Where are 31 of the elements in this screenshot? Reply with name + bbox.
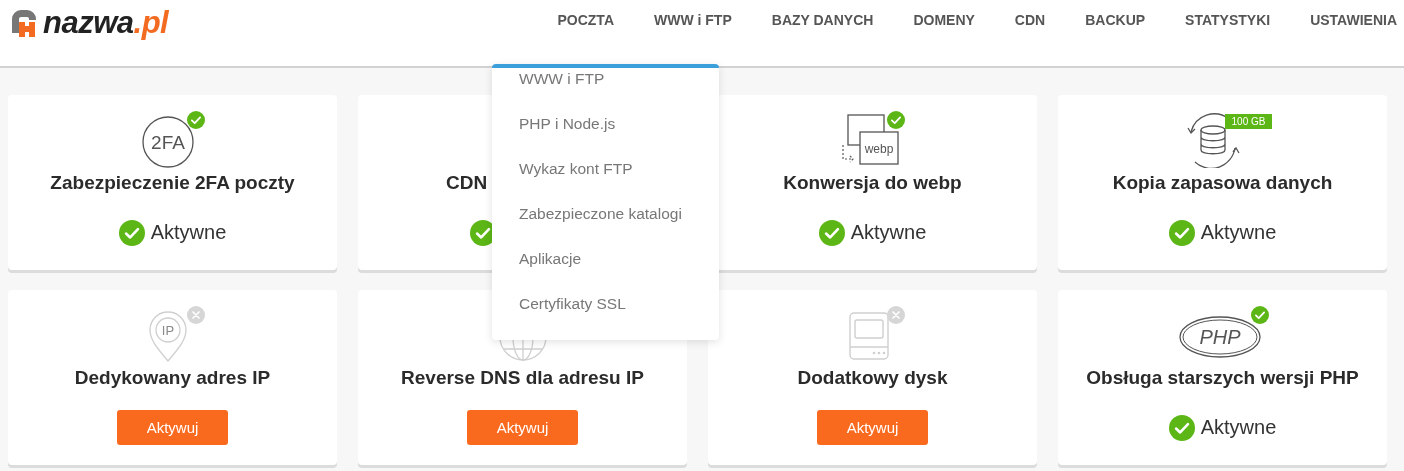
logo-text[interactable]: nazwa.pl [43, 5, 169, 41]
menu-item[interactable]: Zabezpieczone katalogi [492, 205, 719, 250]
menu-item[interactable]: Certyfikaty SSL [492, 295, 719, 340]
nav-link[interactable]: DOMENY [913, 12, 975, 28]
nav-link[interactable]: BACKUP [1085, 12, 1146, 28]
nav-link[interactable]: POCZTA [557, 12, 614, 28]
card-title: Zabezpieczenie 2FA poczty [50, 172, 295, 194]
menu-item[interactable]: Aplikacje [492, 250, 719, 295]
check-icon [818, 219, 845, 246]
check-icon [1168, 219, 1195, 246]
menu-item[interactable]: WWW i FTP [492, 70, 719, 115]
card-title: Kopia zapasowa danych [1112, 172, 1333, 194]
nav-link[interactable]: USTAWIENIA [1310, 12, 1397, 28]
status-label: Aktywne [850, 221, 927, 244]
check-icon [1168, 414, 1195, 441]
nav-link[interactable]: WWW i FTP [654, 12, 732, 28]
status-label: Aktywne [1200, 221, 1277, 244]
menu-item[interactable]: Wykaz kont FTP [492, 160, 719, 205]
status-label: Aktywne [1200, 416, 1277, 439]
card-title: Obsługa starszych wersji PHP [1086, 367, 1359, 389]
check-icon [118, 219, 145, 246]
status-label: Aktywne [150, 221, 227, 244]
card-title: Dodatkowy dysk [797, 367, 948, 389]
card-title: Dedykowany adres IP [74, 367, 271, 389]
nav-link[interactable]: STATYSTYKI [1185, 12, 1271, 28]
card-title: CDN [446, 172, 488, 194]
card-title: Reverse DNS dla adresu IP [401, 367, 644, 389]
nav-link[interactable]: BAZY DANYCH [771, 12, 874, 28]
card-title: Konwersja do webp [783, 172, 962, 194]
nav-link[interactable]: CDN [1014, 12, 1046, 28]
menu-item[interactable]: PHP i Node.js [492, 115, 719, 160]
